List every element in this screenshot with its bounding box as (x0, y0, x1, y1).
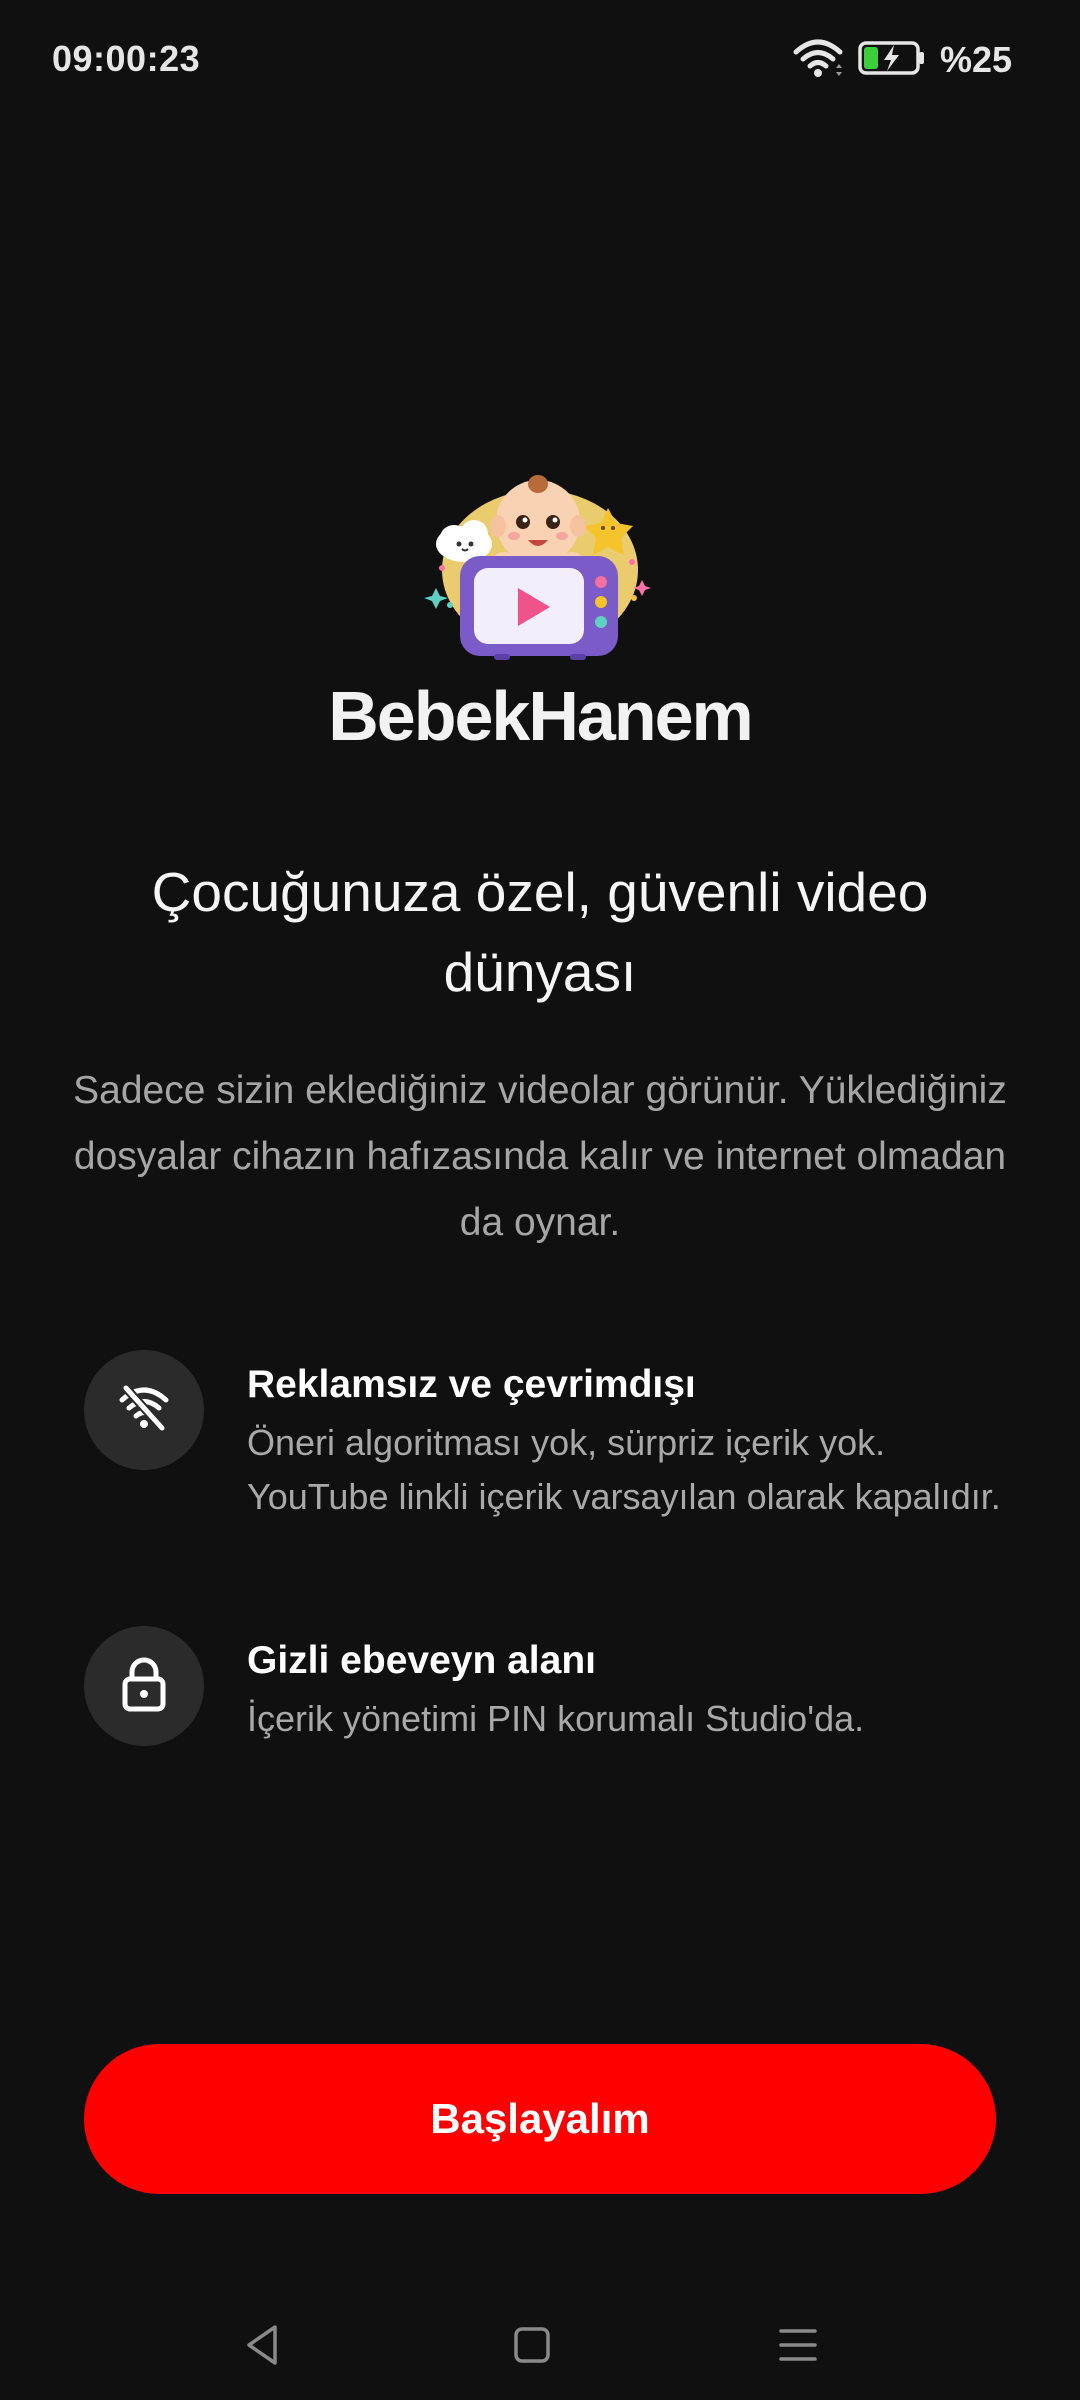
feature-description: İçerik yönetimi PIN korumalı Studio'da. (247, 1698, 865, 1739)
status-time: 09:00:23 (52, 38, 201, 79)
navigation-bar (0, 2290, 1080, 2400)
baby-tv-logo (420, 470, 660, 660)
battery-percent: %25 (939, 39, 1012, 80)
back-icon[interactable] (228, 2310, 298, 2380)
feature-title: Gizli ebeveyn alanı (247, 1639, 596, 1682)
home-icon[interactable] (497, 2310, 567, 2380)
menu-icon[interactable] (763, 2310, 833, 2380)
intro-description: Sadece sizin eklediğiniz videolar görünü… (73, 1069, 1007, 1244)
wifi-off-icon (116, 1380, 172, 1441)
lock-icon (120, 1656, 168, 1717)
feature-icon-circle (84, 1350, 204, 1470)
feature-text: Gizli ebeveyn alanı İçerik yönetimi PIN … (247, 1626, 1007, 1746)
status-indicators: %25 (792, 36, 1012, 84)
wifi-icon (792, 38, 844, 83)
status-bar: 09:00:23 %25 (0, 0, 1080, 124)
feature-text: Reklamsız ve çevrimdışı Öneri algoritmas… (247, 1350, 1007, 1524)
start-button[interactable]: Başlayalım (84, 2044, 996, 2194)
app-name: BebekHanem (328, 677, 754, 755)
feature-icon-circle (84, 1626, 204, 1746)
feature-description: Öneri algoritması yok, sürpriz içerik yo… (247, 1422, 1001, 1517)
battery-charging-icon (858, 40, 926, 81)
feature-title: Reklamsız ve çevrimdışı (247, 1363, 696, 1406)
headline: Çocuğunuza özel, güvenli video dünyası (151, 861, 929, 1003)
